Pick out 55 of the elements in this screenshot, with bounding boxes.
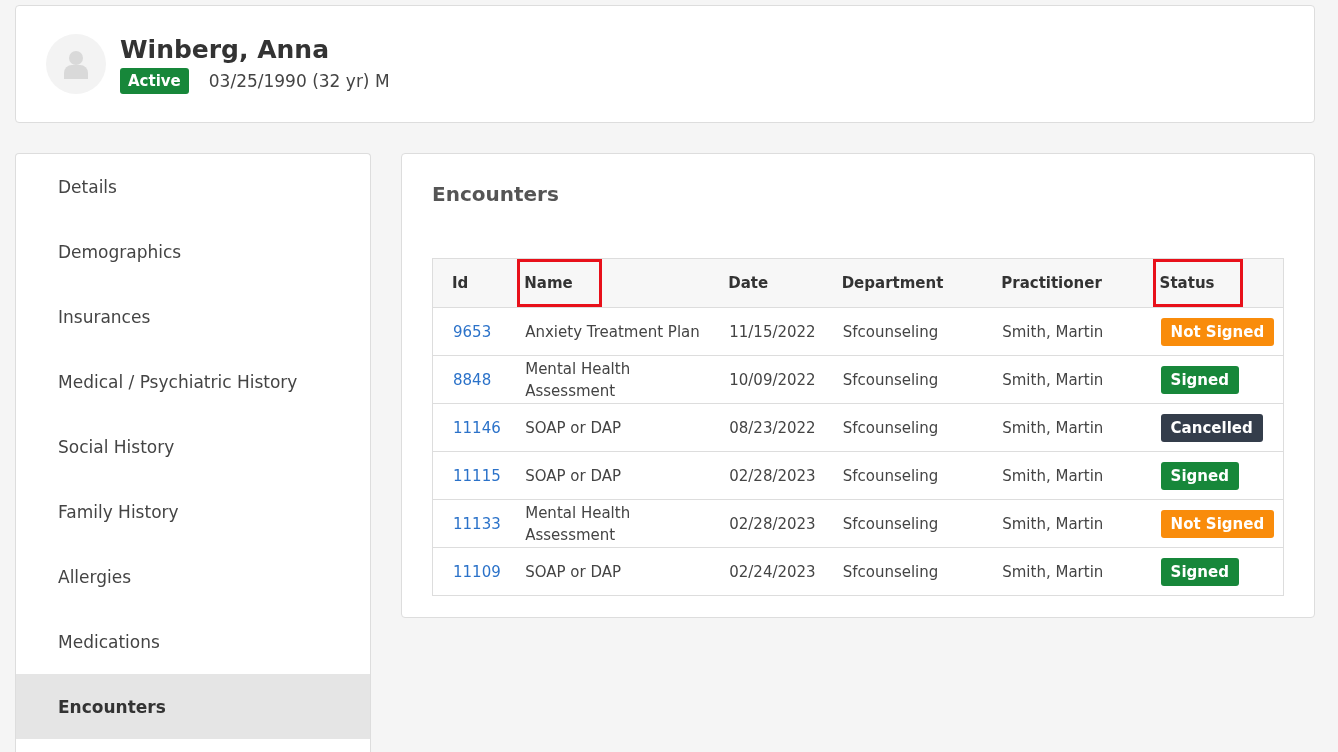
table-cell: SOAP or DAP: [525, 466, 622, 485]
column-header: Name: [517, 259, 602, 307]
patient-name: Winberg, Anna: [120, 34, 331, 64]
status-badge: Signed: [1160, 365, 1239, 394]
table-cell: Mental Health Assessment: [525, 359, 631, 400]
status-badge: Signed: [1160, 557, 1239, 586]
column-header: Status: [1152, 259, 1244, 307]
encounter-id-link[interactable]: 11146: [453, 418, 501, 437]
table-cell: Sfcounseling: [842, 370, 939, 389]
status-badge: Signed: [1160, 461, 1239, 490]
table-cell: 02/28/2023: [729, 466, 816, 485]
table-cell: 11/15/2022: [729, 322, 816, 341]
table-cell: SOAP or DAP: [525, 418, 622, 437]
table-cell: Sfcounseling: [842, 418, 939, 437]
encounter-id-link[interactable]: 11133: [453, 514, 501, 533]
table-cell: Sfcounseling: [842, 466, 939, 485]
table-cell: Smith, Martin: [1002, 322, 1104, 341]
table-cell: SOAP or DAP: [525, 562, 622, 581]
encounter-id-link[interactable]: 11109: [453, 562, 501, 581]
status-badge: Not Signed: [1160, 509, 1275, 538]
column-header: Date: [727, 273, 770, 294]
column-header: Department: [840, 273, 945, 294]
sidebar-item[interactable]: Insurances: [16, 284, 370, 349]
status-badge: Not Signed: [1160, 317, 1275, 346]
sidebar-item[interactable]: Encounters: [16, 674, 370, 739]
status-badge: Cancelled: [1160, 413, 1263, 442]
table-cell: Mental Health Assessment: [525, 503, 631, 544]
table-cell: 08/23/2022: [729, 418, 816, 437]
table-cell: Sfcounseling: [842, 322, 939, 341]
table-cell: Smith, Martin: [1002, 370, 1104, 389]
table-cell: Smith, Martin: [1002, 562, 1104, 581]
table-cell: Smith, Martin: [1002, 466, 1104, 485]
table-cell: Smith, Martin: [1002, 418, 1104, 437]
patient-details: 03/25/1990 (32 yr) M: [208, 70, 390, 91]
sidebar-item[interactable]: Allergies: [16, 544, 370, 609]
column-header: Practitioner: [1000, 273, 1103, 294]
encounter-id-link[interactable]: 8848: [453, 370, 492, 389]
column-header: Id: [451, 273, 470, 294]
sidebar-item[interactable]: Social History: [16, 414, 370, 479]
table-cell: Smith, Martin: [1002, 514, 1104, 533]
table-cell: Sfcounseling: [842, 562, 939, 581]
sidebar-item[interactable]: Medical / Psychiatric History: [16, 349, 370, 414]
table-cell: Anxiety Treatment Plan: [525, 322, 700, 341]
encounter-id-link[interactable]: 9653: [453, 322, 492, 341]
sidebar-item[interactable]: Medications: [16, 609, 370, 674]
encounter-id-link[interactable]: 11115: [453, 466, 501, 485]
status-badge: Active: [120, 67, 189, 94]
sidebar-item[interactable]: Details: [16, 154, 370, 219]
section-title: Encounters: [432, 182, 560, 206]
table-cell: Sfcounseling: [842, 514, 939, 533]
table-cell: 02/24/2023: [729, 562, 816, 581]
table-cell: 02/28/2023: [729, 514, 816, 533]
sidebar-item[interactable]: Demographics: [16, 219, 370, 284]
sidebar-item[interactable]: Family History: [16, 479, 370, 544]
table-cell: 10/09/2022: [729, 370, 816, 389]
